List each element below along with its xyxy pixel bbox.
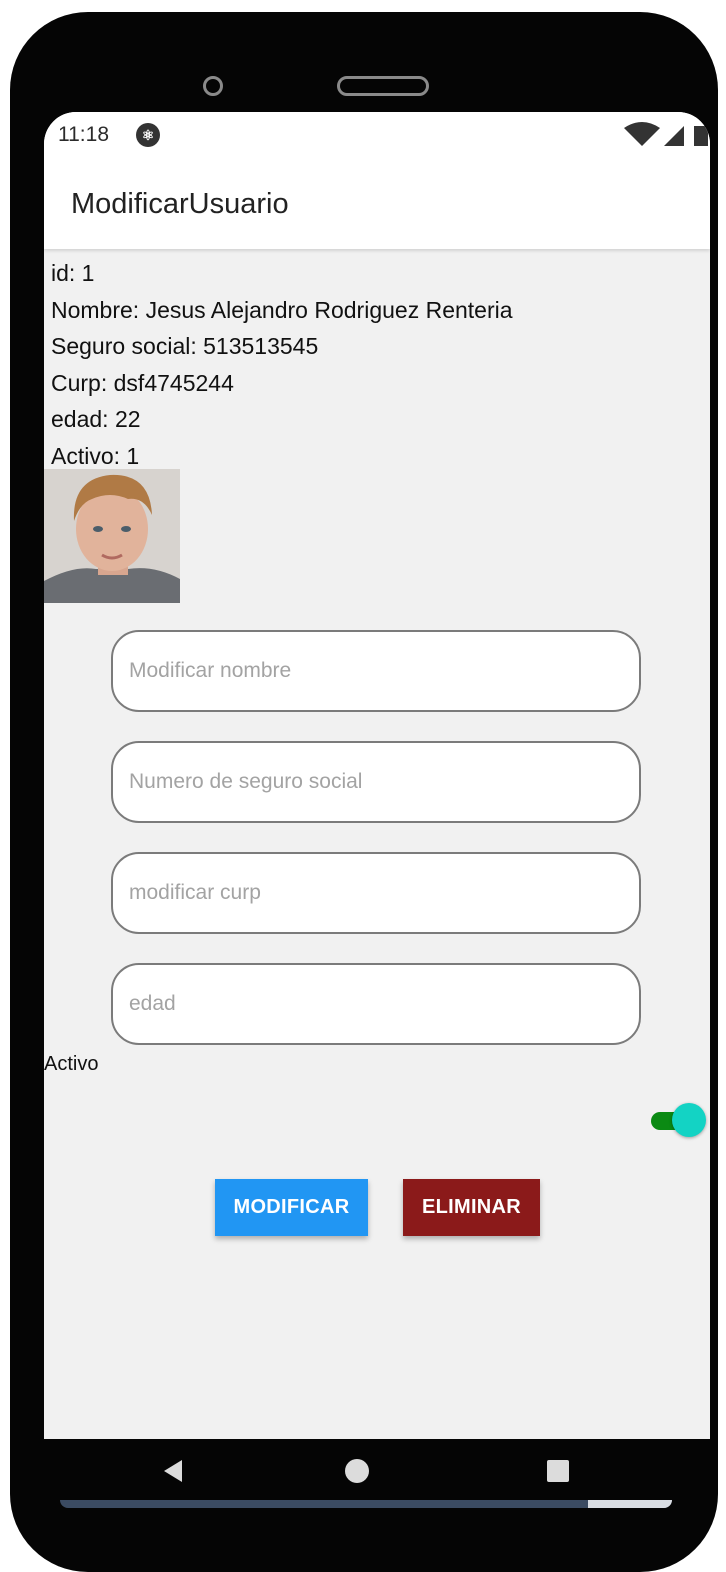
user-social-security-text: Seguro social: 513513545 xyxy=(51,333,319,359)
back-icon[interactable] xyxy=(160,1458,186,1484)
active-label: Activo xyxy=(44,1053,99,1075)
user-avatar xyxy=(44,469,180,603)
delete-button[interactable]: ELIMINAR xyxy=(403,1179,540,1236)
status-time: 11:18 xyxy=(58,123,109,146)
social-security-input[interactable] xyxy=(111,741,641,823)
gesture-bar xyxy=(60,1500,672,1508)
user-info: id: 1 Nombre: Jesus Alejandro Rodriguez … xyxy=(51,255,513,474)
recent-apps-icon[interactable] xyxy=(546,1459,570,1483)
user-name-text: Nombre: Jesus Alejandro Rodriguez Renter… xyxy=(51,296,513,323)
signal-icon xyxy=(664,126,684,146)
react-native-icon: ⚛ xyxy=(136,123,160,147)
name-input[interactable] xyxy=(111,630,641,712)
battery-icon xyxy=(694,126,708,146)
front-camera-icon xyxy=(203,76,223,96)
app-bar: 11:18 ⚛ ModificarUsuario xyxy=(44,112,710,249)
speaker-grille xyxy=(337,76,429,96)
wifi-icon xyxy=(624,122,660,146)
status-icons xyxy=(624,122,708,146)
page-title: ModificarUsuario xyxy=(71,188,289,220)
modify-button[interactable]: MODIFICAR xyxy=(215,1179,368,1236)
user-age-text: edad: 22 xyxy=(51,406,141,432)
toggle-thumb xyxy=(672,1103,706,1137)
curp-input[interactable] xyxy=(111,852,641,934)
user-id-text: id: 1 xyxy=(51,260,95,286)
gesture-bar-highlight xyxy=(588,1500,672,1508)
active-toggle[interactable] xyxy=(651,1102,707,1138)
phone-frame: 11:18 ⚛ ModificarUsuario id: 1 Nombre: J… xyxy=(10,12,718,1572)
status-bar: 11:18 ⚛ xyxy=(44,112,710,164)
app-screen: 11:18 ⚛ ModificarUsuario id: 1 Nombre: J… xyxy=(44,112,710,1439)
home-icon[interactable] xyxy=(344,1458,370,1484)
user-curp-text: Curp: dsf4745244 xyxy=(51,369,234,396)
age-input[interactable] xyxy=(111,963,641,1045)
